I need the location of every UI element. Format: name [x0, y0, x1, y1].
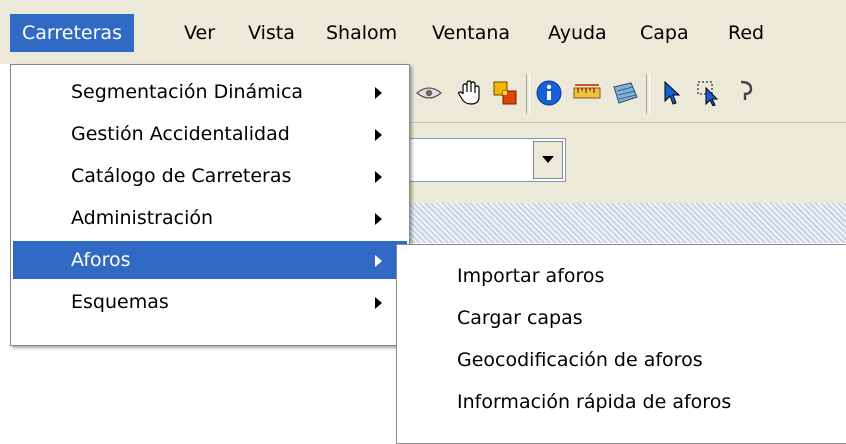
submenu-arrow-icon [375, 255, 382, 267]
chevron-down-icon [542, 156, 554, 163]
aforos-submenu: Importar aforos Cargar capas Geocodifica… [396, 244, 846, 444]
layers-icon[interactable] [490, 78, 520, 108]
menu-ayuda[interactable]: Ayuda [536, 14, 619, 52]
menu-item-esquemas[interactable]: Esquemas [13, 283, 407, 321]
eye-icon[interactable] [414, 78, 444, 108]
select-arrow-icon[interactable] [656, 78, 686, 108]
hand-pan-icon[interactable] [454, 78, 484, 108]
menu-red[interactable]: Red [716, 14, 776, 52]
menu-item-label: Esquemas [71, 291, 169, 313]
menu-item-administracion[interactable]: Administración [13, 199, 407, 237]
submenu-item-label: Información rápida de aforos [457, 391, 732, 413]
submenu-arrow-icon [375, 87, 382, 99]
menu-bar: Carreteras Ver Vista Shalom Ventana Ayud… [0, 0, 846, 64]
map-header-strip [410, 203, 846, 243]
menu-item-catalogo[interactable]: Catálogo de Carreteras [13, 157, 407, 195]
menu-item-label: Administración [71, 207, 214, 229]
grid-icon[interactable] [610, 78, 640, 108]
menu-ventana[interactable]: Ventana [420, 14, 522, 52]
menu-item-label: Aforos [71, 249, 131, 271]
submenu-arrow-icon [375, 297, 382, 309]
menu-item-gestion-accidentalidad[interactable]: Gestión Accidentalidad [13, 115, 407, 153]
menu-ver[interactable]: Ver [172, 14, 227, 52]
menu-item-segmentacion[interactable]: Segmentación Dinámica [13, 73, 407, 111]
select-area-icon[interactable] [694, 78, 724, 108]
menu-item-label: Segmentación Dinámica [71, 81, 304, 103]
query-icon[interactable] [730, 78, 760, 108]
carreteras-dropdown: Segmentación Dinámica Gestión Accidental… [10, 64, 410, 346]
info-icon[interactable] [534, 78, 564, 108]
combo-dropdown-button[interactable] [533, 141, 563, 179]
submenu-item-importar-aforos[interactable]: Importar aforos [399, 257, 845, 295]
submenu-arrow-icon [375, 213, 382, 225]
submenu-item-informacion-rapida[interactable]: Información rápida de aforos [399, 383, 845, 421]
measure-icon[interactable] [572, 78, 602, 108]
submenu-arrow-icon [375, 171, 382, 183]
menu-item-aforos[interactable]: Aforos [13, 241, 407, 279]
submenu-item-label: Geocodificación de aforos [457, 349, 703, 371]
menu-shalom[interactable]: Shalom [314, 14, 409, 52]
menu-item-label: Catálogo de Carreteras [71, 165, 292, 187]
submenu-item-geocodificacion[interactable]: Geocodificación de aforos [399, 341, 845, 379]
submenu-item-label: Cargar capas [457, 307, 583, 329]
submenu-item-label: Importar aforos [457, 265, 605, 287]
menu-capa[interactable]: Capa [628, 14, 701, 52]
submenu-item-cargar-capas[interactable]: Cargar capas [399, 299, 845, 337]
menu-item-label: Gestión Accidentalidad [71, 123, 290, 145]
menu-carreteras[interactable]: Carreteras [10, 14, 134, 52]
toolbar-separator [646, 74, 650, 114]
submenu-arrow-icon [375, 129, 382, 141]
toolbar-separator [526, 74, 530, 114]
layer-combobox[interactable] [400, 138, 566, 182]
toolbar [410, 64, 846, 123]
menu-vista[interactable]: Vista [236, 14, 307, 52]
